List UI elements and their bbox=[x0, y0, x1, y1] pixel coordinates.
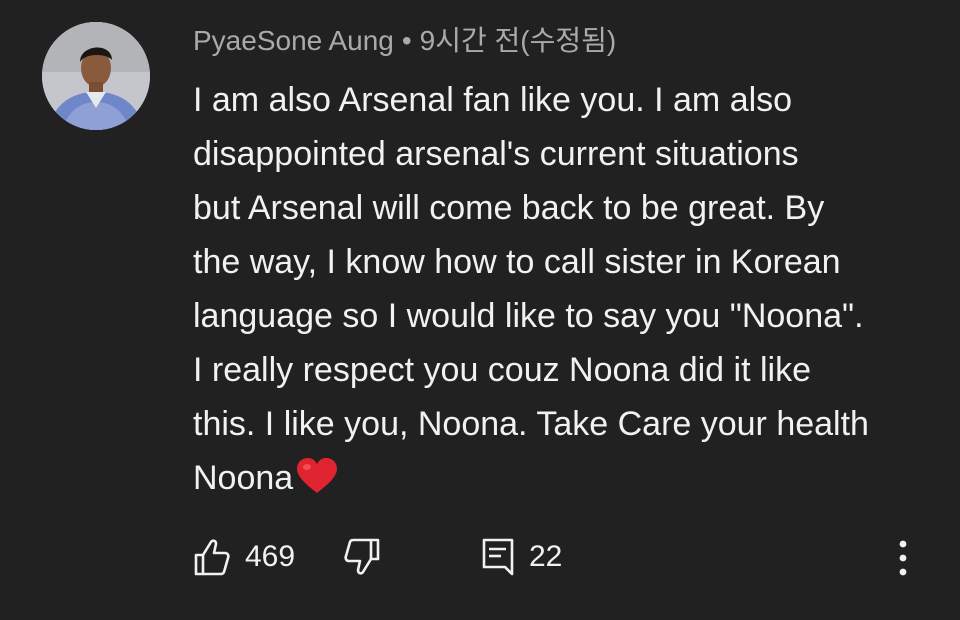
comment-text-line: language so I would like to say you "Noo… bbox=[193, 297, 864, 335]
comment-timestamp[interactable]: 9시간 전(수정됨) bbox=[420, 25, 617, 56]
reply-button[interactable]: 22 bbox=[481, 532, 562, 582]
comment-text-line: this. I like you, Noona. Take Care your … bbox=[193, 405, 869, 443]
comment-block: PyaeSone Aung • 9시간 전(수정됨) I am also Arsen… bbox=[193, 22, 933, 505]
more-vertical-icon bbox=[899, 540, 907, 576]
comment-text-line: the way, I know how to call sister in Ko… bbox=[193, 243, 841, 281]
comment-text: I am also Arsenal fan like you. I am als… bbox=[193, 73, 933, 505]
like-button[interactable]: 469 bbox=[193, 532, 295, 582]
comment-text-last-line: Noona bbox=[193, 451, 933, 505]
more-options-button[interactable] bbox=[883, 536, 923, 580]
thumbs-up-icon bbox=[194, 539, 230, 576]
comment-text-line: Noona bbox=[193, 459, 294, 497]
heart-emoji-icon bbox=[297, 458, 338, 493]
comment-actions: 469 22 bbox=[193, 532, 923, 582]
author-name[interactable]: PyaeSone Aung bbox=[193, 25, 394, 56]
comment-text-line: I am also Arsenal fan like you. I am als… bbox=[193, 81, 793, 119]
like-count: 469 bbox=[245, 540, 296, 573]
comment-text-line: but Arsenal will come back to be great. … bbox=[193, 189, 825, 227]
meta-separator: • bbox=[401, 25, 412, 56]
thumbs-down-icon bbox=[344, 538, 380, 575]
avatar-image bbox=[42, 22, 150, 130]
comment-meta: PyaeSone Aung • 9시간 전(수정됨) bbox=[193, 22, 933, 60]
author-avatar[interactable] bbox=[42, 22, 150, 130]
comment-text-line: disappointed arsenal's current situation… bbox=[193, 135, 799, 173]
comment-text-line: I really respect you couz Noona did it l… bbox=[193, 351, 811, 389]
reply-count: 22 bbox=[529, 540, 563, 573]
dislike-button[interactable] bbox=[343, 532, 381, 582]
comment-reply-icon bbox=[482, 538, 514, 576]
